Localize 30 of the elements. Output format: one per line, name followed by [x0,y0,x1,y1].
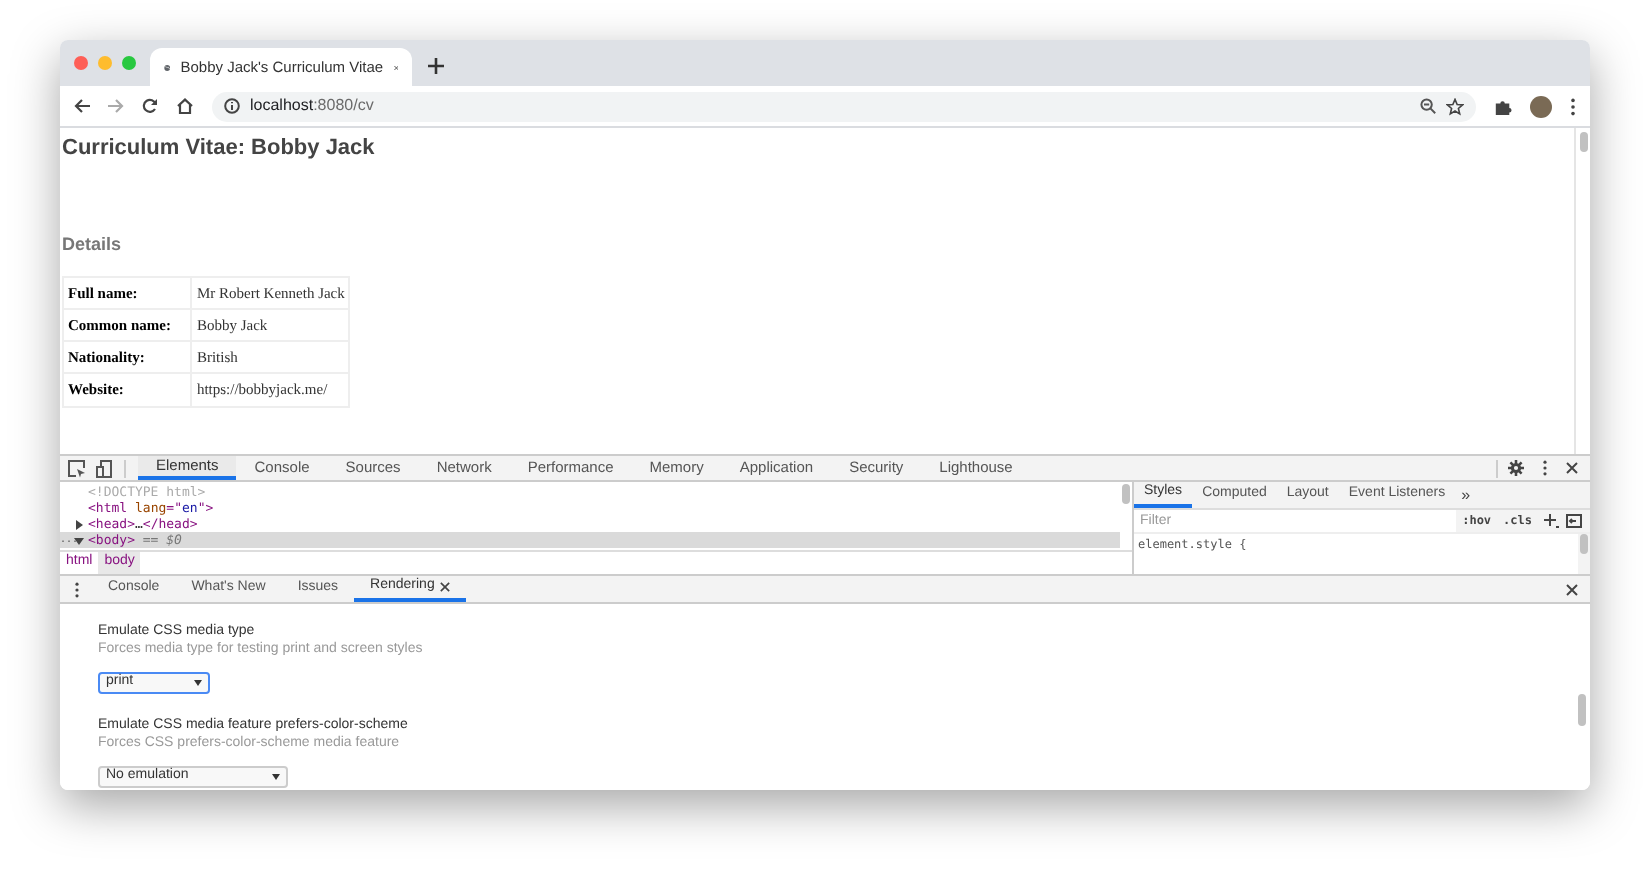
collapse-arrow-icon[interactable] [74,535,84,545]
caret-icon [272,774,280,780]
home-icon[interactable] [176,98,194,114]
scrollbar[interactable] [1574,128,1590,454]
close-icon[interactable] [440,582,451,592]
back-arrow-icon[interactable] [74,98,90,114]
url-text: localhost:8080/cv [250,94,374,118]
expand-arrow-icon[interactable] [74,519,84,529]
reload-icon[interactable] [142,98,158,114]
address-bar[interactable]: localhost:8080/cv [212,91,1476,121]
avatar[interactable] [1530,95,1552,117]
caret-icon [194,680,202,686]
more-menu-icon[interactable] [1542,460,1548,476]
new-tab-icon[interactable] [428,58,444,74]
sidebar-toggle-icon[interactable] [1566,514,1582,528]
drawer-menu-icon[interactable] [74,581,80,597]
close-icon[interactable] [1566,462,1578,474]
section-heading: Details [62,232,124,258]
more-menu-icon[interactable] [1570,97,1576,115]
device-toolbar-icon[interactable] [96,459,112,477]
info-icon[interactable] [224,98,240,114]
settings-icon[interactable] [1508,460,1524,476]
star-icon[interactable] [1446,97,1464,115]
close-icon[interactable] [1566,583,1578,595]
inspect-icon[interactable] [68,459,86,477]
new-rule-icon[interactable] [1544,513,1560,529]
more-tabs-button[interactable]: » [1455,483,1477,507]
zoom-icon[interactable] [1420,98,1436,114]
scrollbar[interactable] [1578,534,1590,574]
page-heading: Curriculum Vitae: Bobby Jack [62,134,377,162]
